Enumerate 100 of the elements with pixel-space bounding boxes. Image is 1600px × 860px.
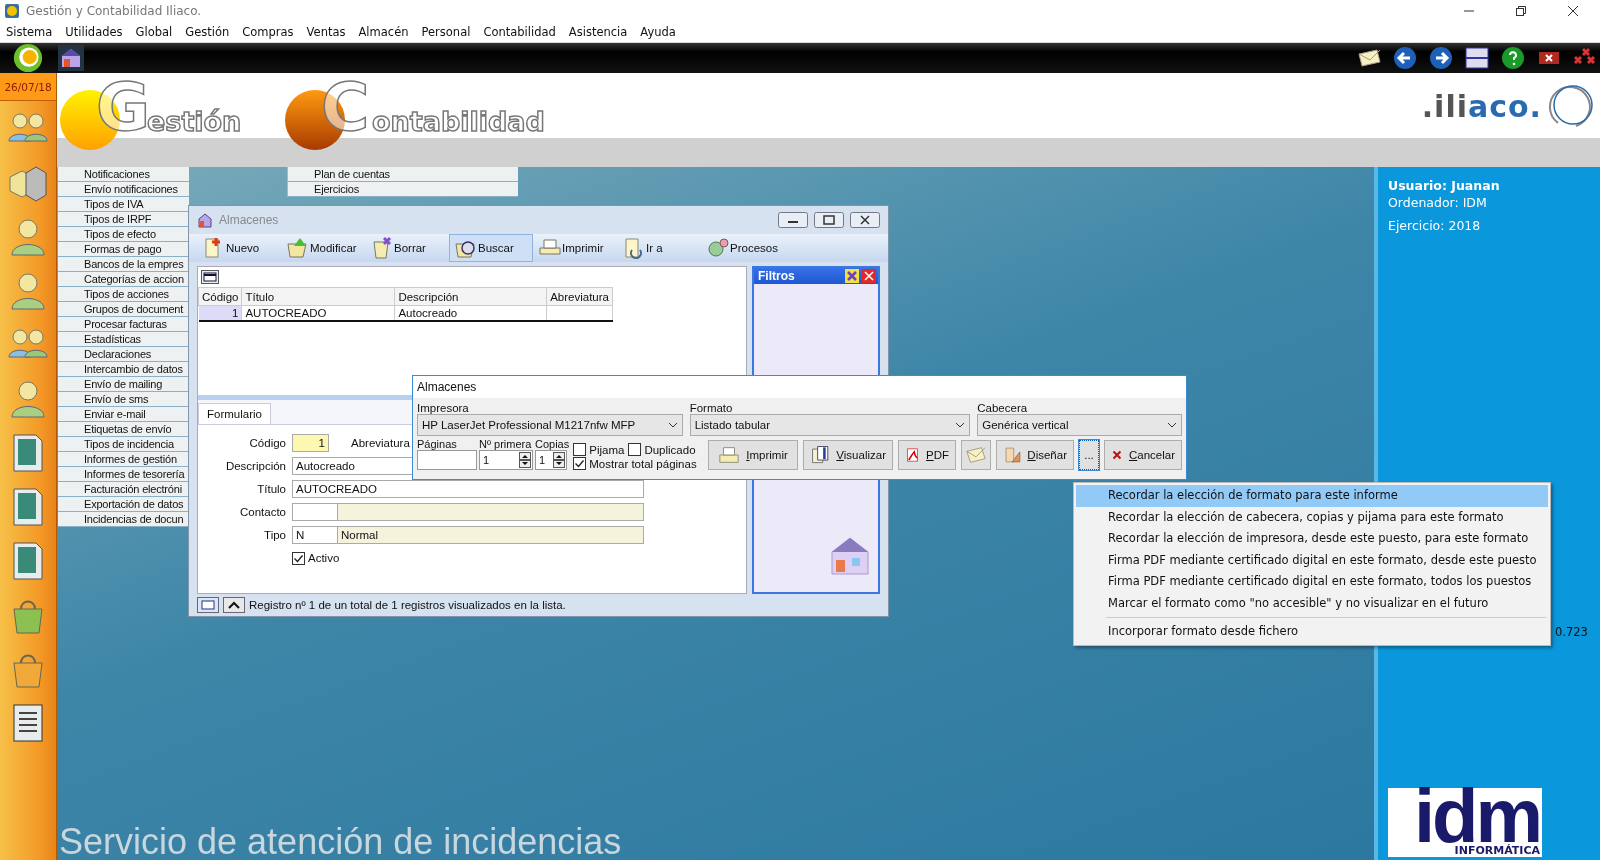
panel-title: Filtros bbox=[758, 269, 795, 283]
field-label: Cabecera bbox=[977, 402, 1029, 414]
app-icon bbox=[4, 3, 20, 19]
field-label: Formato bbox=[689, 402, 734, 414]
toolbar-button[interactable]: Imprimir bbox=[533, 234, 617, 262]
code-field[interactable]: 1 bbox=[292, 434, 329, 452]
grid-settings-icon[interactable] bbox=[201, 270, 219, 284]
menu-item[interactable]: Sistema bbox=[6, 25, 53, 39]
window-icon[interactable] bbox=[1464, 45, 1490, 71]
field-label: Abreviatura bbox=[351, 437, 410, 449]
field-label: Páginas bbox=[417, 438, 458, 450]
status-text: Registro nº 1 de un total de 1 registros visualizados en la lista. bbox=[249, 599, 566, 611]
back-icon[interactable] bbox=[1392, 45, 1418, 71]
ruler-icon bbox=[1003, 444, 1022, 466]
chevron-icon bbox=[955, 422, 966, 428]
type-code-field[interactable]: N bbox=[292, 526, 338, 544]
table-cell: AUTOCREADO bbox=[241, 305, 395, 321]
menu-item[interactable]: Asistencia bbox=[568, 25, 628, 39]
checkbox[interactable] bbox=[628, 443, 642, 456]
menu-item[interactable]: Compras bbox=[242, 25, 294, 39]
column-header[interactable]: Título bbox=[241, 287, 395, 306]
menu-item[interactable]: Global bbox=[135, 25, 173, 39]
dialog-button[interactable]: Visualizar bbox=[803, 440, 893, 470]
menu-item[interactable]: Recordar la elección de formato para este informe bbox=[1076, 485, 1548, 507]
field-label: Contacto bbox=[238, 506, 287, 518]
menu-list-item[interactable]: Notificaciones bbox=[58, 167, 189, 182]
menu-item[interactable]: Gestión bbox=[185, 25, 230, 39]
field-label: Descripción bbox=[224, 460, 287, 472]
toolbar-button[interactable]: Ir a bbox=[617, 234, 701, 262]
toolbar-button[interactable]: Buscar bbox=[449, 234, 533, 262]
close-button[interactable] bbox=[850, 212, 880, 228]
collapse-icon[interactable] bbox=[223, 597, 245, 613]
menu-item[interactable]: Incorporar formato desde fichero bbox=[1076, 621, 1548, 643]
close-icon[interactable] bbox=[1567, 5, 1579, 17]
menu-list-item[interactable]: Envío notificaciones bbox=[58, 182, 189, 197]
menu-item[interactable]: Almacén bbox=[358, 25, 409, 39]
menu-list-item[interactable]: Ejercicios bbox=[288, 182, 518, 197]
checkbox-label: Mostrar total páginas bbox=[589, 457, 697, 470]
menu-item[interactable]: Personal bbox=[421, 25, 471, 39]
dialog-button[interactable]: Cancelar bbox=[1104, 440, 1182, 470]
field-label: Tipo bbox=[263, 529, 287, 541]
house-icon[interactable] bbox=[58, 45, 84, 71]
more-button[interactable]: ... bbox=[1079, 440, 1099, 470]
checkbox[interactable] bbox=[292, 551, 305, 565]
column-header[interactable]: Descripción bbox=[394, 287, 547, 306]
footer-text: Servicio de atención de incidencias bbox=[58, 822, 623, 860]
dropdown[interactable]: Listado tabular bbox=[689, 414, 971, 436]
dialog-button[interactable]: Diseñar bbox=[996, 440, 1074, 470]
minimize-button[interactable] bbox=[778, 212, 808, 228]
checkbox[interactable] bbox=[573, 457, 587, 470]
menu-item[interactable]: Ayuda bbox=[640, 25, 676, 39]
number-spinner[interactable]: 1 bbox=[535, 450, 567, 470]
menu-item[interactable]: Contabilidad bbox=[483, 25, 556, 39]
clear-filter-icon[interactable] bbox=[845, 269, 859, 283]
toolbar-button[interactable]: Borrar bbox=[365, 234, 449, 262]
chevron-icon bbox=[1167, 422, 1177, 428]
menu-list-item[interactable]: Plan de cuentas bbox=[288, 167, 518, 182]
column-header[interactable]: Abreviatura bbox=[546, 287, 613, 306]
title-field[interactable]: AUTOCREADO bbox=[292, 480, 644, 498]
menu-item[interactable]: Firma PDF mediante certificado digital en este formato, todos los puestos bbox=[1076, 571, 1548, 593]
menu-item[interactable]: Ventas bbox=[306, 25, 346, 39]
toolbar-button[interactable]: Procesos bbox=[701, 234, 785, 262]
brand-logo: .iliaco. bbox=[1421, 89, 1542, 124]
column-header[interactable]: Código bbox=[198, 287, 242, 306]
folder-icon bbox=[286, 236, 310, 260]
dropdown[interactable]: HP LaserJet Professional M1217nfw MFP bbox=[417, 414, 683, 436]
maximize-button[interactable] bbox=[814, 212, 844, 228]
record-icon[interactable] bbox=[197, 597, 219, 613]
field-label: Copias bbox=[535, 438, 570, 450]
user-label: Usuario: Juanan bbox=[1388, 178, 1501, 193]
checkbox[interactable] bbox=[573, 443, 587, 456]
menu-item[interactable]: Marcar el formato como "no accesible" y no visualizar en el futuro bbox=[1076, 592, 1548, 614]
field-label: Código bbox=[248, 437, 287, 449]
printer-icon bbox=[718, 444, 741, 466]
pages-icon bbox=[810, 444, 831, 466]
number-spinner[interactable]: 1 bbox=[479, 450, 533, 470]
menu-item[interactable]: Firma PDF mediante certificado digital en este formato, desde este puesto bbox=[1076, 549, 1548, 571]
menu-item[interactable]: Recordar la elección de impresora, desde este puesto, para este formato bbox=[1076, 528, 1548, 550]
spinner-arrows-icon[interactable] bbox=[553, 452, 565, 468]
dropdown[interactable]: Genérica vertical bbox=[977, 414, 1182, 436]
dialog-button[interactable]: Imprimir bbox=[708, 440, 798, 470]
checkbox-label: Duplicado bbox=[644, 443, 696, 456]
brand-title: ontabilidad bbox=[372, 106, 545, 138]
dialog-title: Almacenes bbox=[413, 376, 1186, 398]
menu-item[interactable]: Recordar la elección de cabecera, copias y pijama para este formato bbox=[1076, 506, 1548, 528]
house-icon bbox=[197, 212, 213, 228]
dialog-button[interactable]: PDF bbox=[898, 440, 956, 470]
toolbar-button[interactable]: Modificar bbox=[281, 234, 365, 262]
toolbar-button[interactable]: Nuevo bbox=[197, 234, 281, 262]
forward-icon[interactable] bbox=[1428, 45, 1454, 71]
version-label: 0.723 bbox=[1555, 625, 1589, 639]
restore-icon[interactable] bbox=[1515, 5, 1527, 17]
date-label: 26/07/18 bbox=[0, 73, 56, 101]
spinner-arrows-icon[interactable] bbox=[519, 452, 531, 468]
form-tab[interactable]: Formulario bbox=[198, 403, 271, 424]
contact-code-field[interactable] bbox=[292, 503, 338, 521]
help-icon[interactable] bbox=[1500, 45, 1526, 71]
pages-field[interactable] bbox=[417, 450, 477, 470]
menu-item[interactable]: Utilidades bbox=[65, 25, 123, 39]
checkbox-label: Activo bbox=[308, 552, 340, 564]
